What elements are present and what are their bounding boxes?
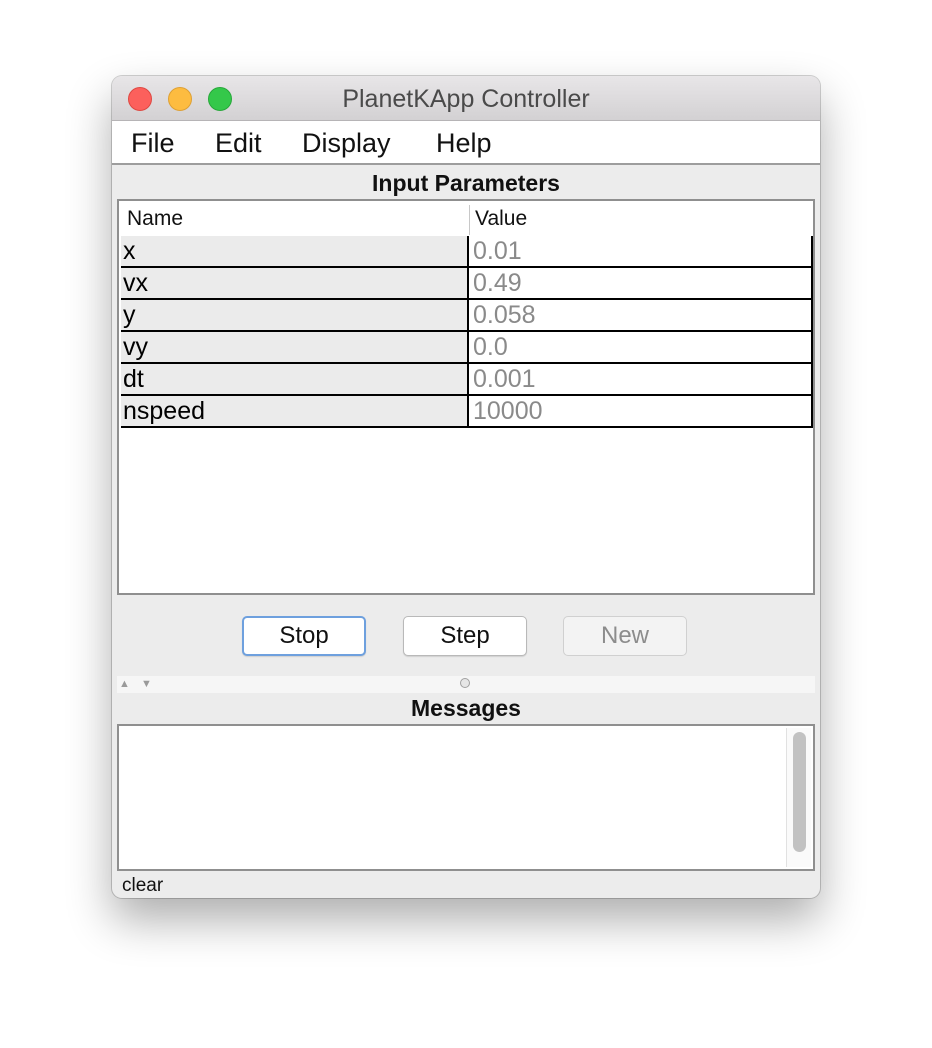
table-header: Name Value xyxy=(123,203,811,235)
collapse-up-icon[interactable]: ▲ xyxy=(119,679,130,690)
param-value-vx[interactable]: 0.49 xyxy=(467,268,813,298)
param-name-y: y xyxy=(121,300,467,330)
input-parameters-title: Input Parameters xyxy=(372,170,560,196)
menu-display[interactable]: Display xyxy=(302,121,391,163)
column-header-value[interactable]: Value xyxy=(475,203,527,235)
menu-edit[interactable]: Edit xyxy=(215,121,262,163)
scrollbar-thumb[interactable] xyxy=(793,732,806,852)
param-name-nspeed: nspeed xyxy=(121,396,467,426)
param-name-x: x xyxy=(121,236,467,266)
window-title: PlanetKApp Controller xyxy=(342,85,590,113)
param-value-x[interactable]: 0.01 xyxy=(467,236,813,266)
menu-bar: File Edit Display Help xyxy=(112,121,820,165)
menu-file[interactable]: File xyxy=(131,121,175,163)
table-row: dt 0.001 xyxy=(121,364,813,396)
table-row: vx 0.49 xyxy=(121,268,813,300)
column-divider[interactable] xyxy=(469,205,470,235)
table-row: nspeed 10000 xyxy=(121,396,813,428)
param-name-vx: vx xyxy=(121,268,467,298)
split-pane-divider[interactable]: ▲ ▼ xyxy=(117,676,815,693)
table-rows: x 0.01 vx 0.49 y 0.058 vy 0.0 dt 0.001 n… xyxy=(121,236,813,428)
table-row: vy 0.0 xyxy=(121,332,813,364)
clear-messages-link[interactable]: clear xyxy=(122,875,163,897)
new-button[interactable]: New xyxy=(563,616,687,656)
collapse-down-icon[interactable]: ▼ xyxy=(141,679,152,690)
param-value-y[interactable]: 0.058 xyxy=(467,300,813,330)
param-value-nspeed[interactable]: 10000 xyxy=(467,396,813,426)
param-value-vy[interactable]: 0.0 xyxy=(467,332,813,362)
table-row: y 0.058 xyxy=(121,300,813,332)
messages-area[interactable] xyxy=(117,724,815,871)
divider-grip-icon[interactable] xyxy=(460,678,470,688)
table-row: x 0.01 xyxy=(121,236,813,268)
param-value-dt[interactable]: 0.001 xyxy=(467,364,813,394)
messages-scrollbar[interactable] xyxy=(786,728,811,867)
menu-help[interactable]: Help xyxy=(436,121,492,163)
controller-window: PlanetKApp Controller File Edit Display … xyxy=(112,76,820,898)
title-bar[interactable]: PlanetKApp Controller xyxy=(112,76,820,121)
stop-button[interactable]: Stop xyxy=(242,616,366,656)
column-header-name[interactable]: Name xyxy=(127,203,183,235)
input-parameters-table: Name Value x 0.01 vx 0.49 y 0.058 vy 0.0… xyxy=(117,199,815,595)
messages-title: Messages xyxy=(411,695,521,721)
step-button[interactable]: Step xyxy=(403,616,527,656)
param-name-vy: vy xyxy=(121,332,467,362)
param-name-dt: dt xyxy=(121,364,467,394)
